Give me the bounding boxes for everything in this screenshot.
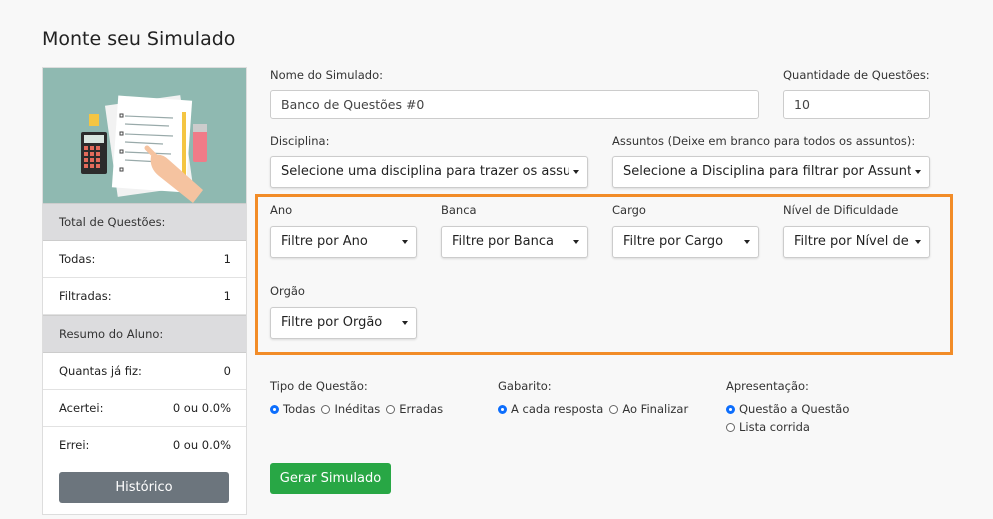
historico-button[interactable]: Histórico [59,472,229,503]
tipo-radio-group: Todas Inéditas Erradas [270,402,443,416]
errei-row: Errei: 0 ou 0.0% [43,427,246,463]
nivel-select-value: Filtre por Nível de Dificuldade [794,234,911,249]
radio-questao-a-questao-label: Questão a Questão [739,402,850,416]
cargo-select-value: Filtre por Cargo [623,234,724,249]
cargo-select[interactable]: Filtre por Cargo [612,226,759,258]
acertei-value: 0 ou 0.0% [172,401,231,415]
filtradas-row: Filtradas: 1 [43,278,246,315]
student-summary-header: Resumo do Aluno: [43,315,246,353]
banca-label: Banca [441,203,477,217]
summary-panel: Total de Questões: Todas: 1 Filtradas: 1… [42,67,247,515]
assuntos-select-value: Selecione a Disciplina para filtrar por … [623,164,911,179]
nome-label: Nome do Simulado: [270,68,384,82]
quantas-row: Quantas já fiz: 0 [43,353,246,390]
errei-label: Errei: [59,438,90,452]
total-questions-header: Total de Questões: [43,203,246,241]
ano-select[interactable]: Filtre por Ano [270,226,417,258]
assuntos-select[interactable]: Selecione a Disciplina para filtrar por … [612,156,930,188]
radio-lista-corrida[interactable] [726,422,735,432]
radio-lista-corrida-label: Lista corrida [739,420,810,434]
nivel-select[interactable]: Filtre por Nível de Dificuldade [783,226,930,258]
todas-value: 1 [223,252,231,266]
qtd-input[interactable]: 10 [783,90,930,119]
disciplina-select-value: Selecione uma disciplina para trazer os … [281,164,569,179]
chevron-down-icon [402,321,408,325]
disciplina-select[interactable]: Selecione uma disciplina para trazer os … [270,156,588,188]
todas-row: Todas: 1 [43,241,246,278]
acertei-label: Acertei: [59,401,104,415]
assuntos-label: Assuntos (Deixe em branco para todos os … [612,134,916,148]
radio-erradas[interactable] [386,404,396,414]
orgao-select-value: Filtre por Orgão [281,315,383,330]
orgao-label: Orgão [270,284,305,298]
nivel-label: Nível de Dificuldade [783,203,899,217]
cargo-label: Cargo [612,203,646,217]
radio-questao-a-questao-row: Questão a Questão [726,402,849,416]
radio-ineditas-label: Inéditas [334,402,381,416]
chevron-down-icon [915,170,921,174]
radio-a-cada-resposta[interactable] [498,404,507,414]
radio-ao-finalizar-label: Ao Finalizar [622,402,689,416]
ano-label: Ano [270,203,293,217]
disciplina-label: Disciplina: [270,134,330,148]
filtradas-value: 1 [223,289,231,303]
filtradas-label: Filtradas: [59,289,112,303]
acertei-row: Acertei: 0 ou 0.0% [43,390,246,427]
quantas-value: 0 [223,364,231,378]
errei-value: 0 ou 0.0% [172,438,231,452]
radio-a-cada-resposta-label: A cada resposta [511,402,604,416]
page-title: Monte seu Simulado [42,28,236,50]
todas-label: Todas: [59,252,96,266]
qtd-label: Quantidade de Questões: [783,68,930,82]
banca-select[interactable]: Filtre por Banca [441,226,588,258]
chevron-down-icon [744,240,750,244]
gabarito-label: Gabarito: [498,379,552,393]
ano-select-value: Filtre por Ano [281,234,368,249]
radio-todas-label: Todas [283,402,316,416]
gerar-simulado-button[interactable]: Gerar Simulado [270,463,391,494]
banca-select-value: Filtre por Banca [452,234,554,249]
radio-questao-a-questao[interactable] [726,404,735,414]
radio-ineditas[interactable] [321,404,331,414]
exam-illustration [43,68,246,203]
radio-ao-finalizar[interactable] [609,404,619,414]
tipo-label: Tipo de Questão: [270,379,368,393]
radio-erradas-label: Erradas [399,402,444,416]
apresentacao-label: Apresentação: [726,379,809,393]
orgao-select[interactable]: Filtre por Orgão [270,307,417,339]
radio-todas[interactable] [270,404,279,414]
chevron-down-icon [573,170,579,174]
quantas-label: Quantas já fiz: [59,364,142,378]
chevron-down-icon [915,240,921,244]
chevron-down-icon [402,240,408,244]
gabarito-radio-group: A cada resposta Ao Finalizar [498,402,688,416]
radio-lista-corrida-row: Lista corrida [726,420,810,434]
chevron-down-icon [573,240,579,244]
nome-input[interactable]: Banco de Questões #0 [270,90,759,119]
